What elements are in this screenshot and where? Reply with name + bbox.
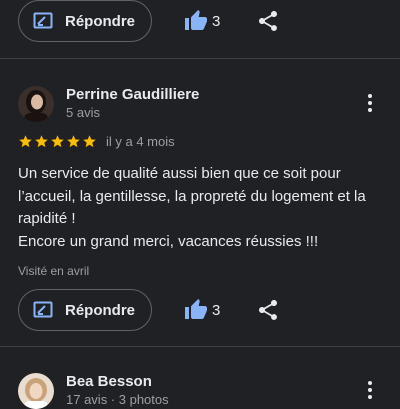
like-button[interactable]: 3 (184, 298, 220, 322)
review-author[interactable]: Perrine Gaudilliere (66, 86, 199, 103)
like-count: 3 (212, 301, 221, 319)
like-count-top: 3 (212, 12, 221, 30)
reply-icon (33, 11, 53, 31)
reply-button-top[interactable]: Répondre (18, 0, 152, 42)
star-rating: il y a 4 mois (18, 134, 175, 149)
visited-date: Visité en avril (18, 264, 90, 278)
review-text-paragraph: Un service de qualité aussi bien que ce … (18, 165, 366, 227)
share-icon[interactable] (256, 9, 280, 33)
share-icon[interactable] (256, 298, 280, 322)
star-icon (82, 134, 97, 149)
star-icon (34, 134, 49, 149)
thumb-up-icon (184, 298, 208, 322)
top-action-row: Répondre 3 (0, 0, 400, 44)
review-text-paragraph: Encore un grand merci, vacances réussies… (18, 232, 319, 250)
review-action-row: Répondre 3 (0, 289, 400, 333)
divider (0, 346, 400, 347)
more-vert-icon[interactable] (358, 91, 382, 115)
review-author-meta: 5 avis (66, 105, 100, 120)
star-icon (18, 134, 33, 149)
more-vert-icon[interactable] (358, 378, 382, 402)
reply-icon (33, 300, 53, 320)
reply-label: Répondre (65, 301, 136, 319)
like-button-top[interactable]: 3 (184, 9, 220, 33)
reply-label-top: Répondre (65, 12, 136, 30)
review-text: Un service de qualité aussi bien que ce … (18, 163, 386, 253)
star-icon (50, 134, 65, 149)
avatar[interactable] (18, 373, 54, 409)
review-author[interactable]: Bea Besson (66, 373, 152, 390)
reply-button[interactable]: Répondre (18, 289, 152, 331)
divider (0, 58, 400, 59)
thumb-up-icon (184, 9, 208, 33)
review-date: il y a 4 mois (106, 134, 175, 149)
avatar[interactable] (18, 86, 54, 122)
star-icon (66, 134, 81, 149)
